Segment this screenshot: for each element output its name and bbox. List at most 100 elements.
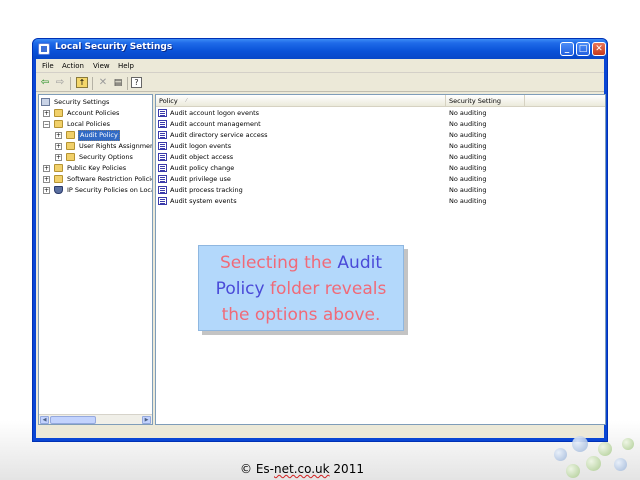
policy-setting: No auditing [449, 197, 487, 205]
tree-item-label: Public Key Policies [67, 164, 127, 172]
horizontal-scrollbar[interactable]: ◀ ▶ [39, 414, 152, 424]
menu-view[interactable]: View [93, 62, 110, 70]
folder-icon [54, 175, 63, 183]
tree-item-label: User Rights Assignmen [79, 142, 153, 150]
tree-pane[interactable]: Security Settings + Account Policies − L… [38, 94, 153, 425]
expand-icon[interactable]: + [55, 143, 62, 150]
copyright-domain: net.co.uk [274, 462, 330, 476]
decorative-bubble [614, 458, 627, 471]
title-bar[interactable]: Local Security Settings _ □ ✕ [33, 39, 607, 59]
decorative-bubble [622, 438, 634, 450]
close-button[interactable]: ✕ [592, 42, 606, 56]
policy-icon [158, 186, 167, 194]
tree-item-label: Software Restriction Policie [67, 175, 153, 183]
policy-setting: No auditing [449, 131, 487, 139]
tree-item-label: Local Policies [67, 120, 110, 128]
policy-icon [158, 153, 167, 161]
column-header-security-setting[interactable]: Security Setting [446, 95, 525, 107]
menu-help[interactable]: Help [118, 62, 134, 70]
back-arrow-icon[interactable]: ⇦ [39, 77, 51, 89]
tree-item-label: Security Settings [54, 98, 110, 106]
up-folder-icon[interactable]: ↑ [76, 77, 88, 88]
folder-icon [54, 164, 63, 172]
policy-setting: No auditing [449, 142, 487, 150]
forward-arrow-icon[interactable]: ⇨ [54, 77, 66, 89]
tree-item-label: Audit Policy [78, 130, 120, 141]
policy-setting: No auditing [449, 186, 487, 194]
minimize-button[interactable]: _ [560, 42, 574, 56]
expand-icon[interactable]: + [43, 110, 50, 117]
callout-line-3: the options above. [199, 302, 403, 328]
sort-indicator-icon: ⁄ [186, 98, 187, 104]
expand-icon[interactable]: + [43, 176, 50, 183]
policy-icon [158, 164, 167, 172]
policy-name: Audit account management [170, 120, 261, 128]
policy-name: Audit account logon events [170, 109, 260, 117]
expand-icon[interactable]: + [55, 154, 62, 161]
policy-name: Audit directory service access [170, 131, 268, 139]
shield-icon [54, 186, 63, 194]
policy-name: Audit system events [170, 197, 237, 205]
policy-setting: No auditing [449, 120, 487, 128]
tree-item-label: Account Policies [67, 109, 120, 117]
scroll-left-icon[interactable]: ◀ [40, 416, 49, 424]
properties-icon[interactable]: ▤ [112, 77, 124, 89]
expand-icon[interactable]: + [43, 165, 50, 172]
explanation-callout: Selecting the Audit Policy folder reveal… [198, 245, 404, 331]
policy-icon [158, 197, 167, 205]
folder-open-icon [54, 120, 63, 128]
policy-setting: No auditing [449, 109, 487, 117]
collapse-icon[interactable]: − [43, 121, 50, 128]
callout-line-2: Policy folder reveals [199, 276, 403, 302]
folder-icon [66, 153, 75, 161]
toolbar-separator [92, 77, 93, 90]
local-security-settings-window: Local Security Settings _ □ ✕ File Actio… [32, 38, 608, 442]
column-header-label: Policy [159, 97, 178, 105]
app-icon [38, 43, 50, 55]
toolbar-separator [127, 77, 128, 90]
list-header: Policy ⁄ Security Setting [156, 95, 605, 107]
decorative-bubble [586, 456, 601, 471]
folder-icon [66, 142, 75, 150]
policy-icon [158, 120, 167, 128]
policy-icon [158, 109, 167, 117]
folder-icon [54, 109, 63, 117]
policy-icon [158, 131, 167, 139]
menu-file[interactable]: File [42, 62, 54, 70]
decorative-bubble [598, 442, 612, 456]
policy-name: Audit process tracking [170, 186, 243, 194]
callout-line-1: Selecting the Audit [199, 250, 403, 276]
callout-text: folder reveals [264, 279, 387, 299]
scroll-thumb[interactable] [50, 416, 96, 424]
policy-name: Audit policy change [170, 164, 235, 172]
policy-setting: No auditing [449, 175, 487, 183]
help-icon[interactable]: ? [131, 77, 142, 88]
copyright-notice: © Es-net.co.uk 2011 [0, 462, 604, 476]
menu-action[interactable]: Action [62, 62, 84, 70]
window-title: Local Security Settings [55, 42, 173, 52]
callout-text: the options above. [221, 305, 381, 325]
decorative-bubble [572, 436, 588, 452]
policy-icon [158, 142, 167, 150]
policy-name: Audit privilege use [170, 175, 231, 183]
toolbar-separator [70, 77, 71, 90]
menu-bar: File Action View Help [36, 59, 604, 73]
delete-icon[interactable]: ✕ [97, 77, 109, 89]
folder-icon [66, 131, 75, 139]
policy-name: Audit logon events [170, 142, 232, 150]
decorative-bubble [554, 448, 567, 461]
tree-item-label: Security Options [79, 153, 133, 161]
copyright-year: 2011 [329, 462, 364, 476]
tree-item-label: IP Security Policies on Loca [67, 186, 153, 194]
expand-icon[interactable]: + [55, 132, 62, 139]
policy-setting: No auditing [449, 153, 487, 161]
toolbar: ⇦ ⇨ ↑ ✕ ▤ ? [36, 74, 604, 92]
callout-highlight: Policy [215, 279, 265, 299]
expand-icon[interactable]: + [43, 187, 50, 194]
maximize-button[interactable]: □ [576, 42, 590, 56]
scroll-right-icon[interactable]: ▶ [142, 416, 151, 424]
callout-text: Selecting the [219, 253, 338, 273]
column-header-policy[interactable]: Policy ⁄ [156, 95, 446, 107]
policy-icon [158, 175, 167, 183]
copyright-prefix: © Es- [240, 462, 274, 476]
